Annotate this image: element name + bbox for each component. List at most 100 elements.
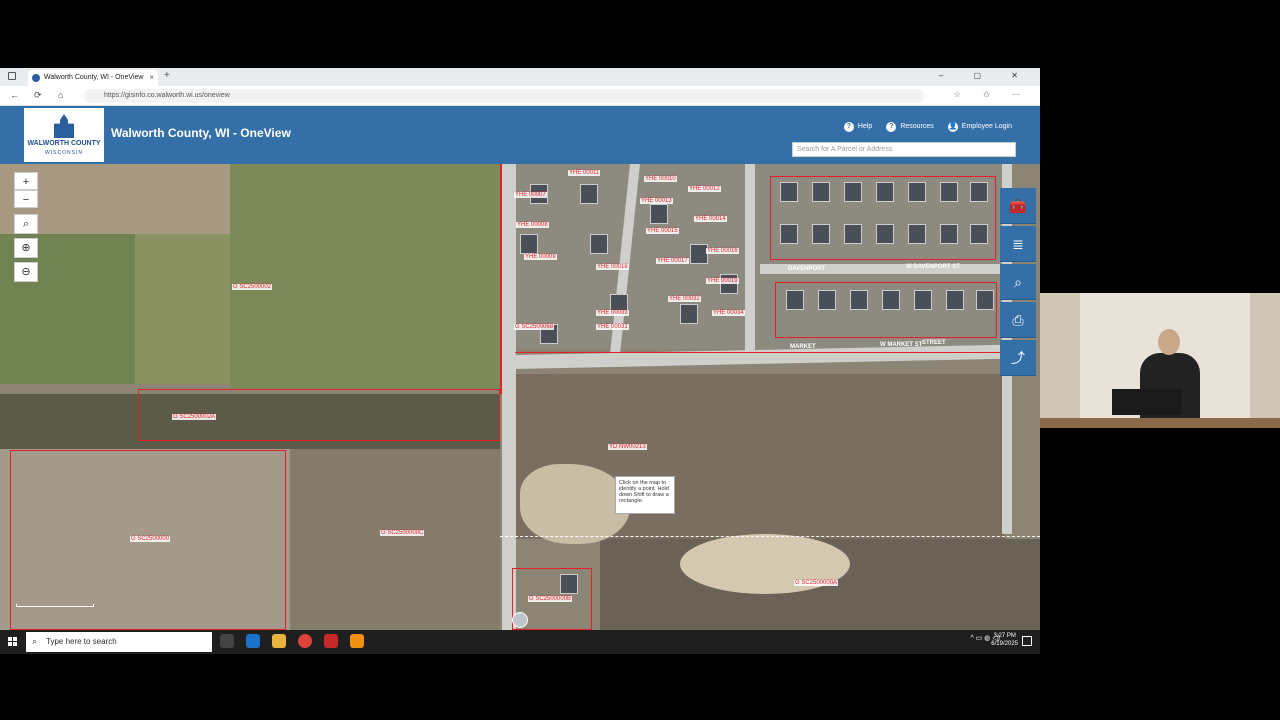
logo-line2: WISCONSIN — [45, 150, 83, 156]
parcel-label[interactable]: G SC2500068 — [514, 324, 555, 330]
parcel-search-input[interactable]: Search for A Parcel or Address — [792, 142, 1016, 157]
parcel-label[interactable]: YHE 00014 — [694, 216, 727, 222]
street-label: DAVENPORT — [788, 266, 826, 272]
parcel-label[interactable]: YHE 00012 — [688, 186, 721, 192]
parcel-label[interactable]: YHE 00032 — [668, 296, 701, 302]
tab-bar: Walworth County, WI - OneView × + – ▢ ✕ — [0, 68, 1040, 86]
help-label: Help — [857, 123, 873, 130]
new-tab-button[interactable]: + — [164, 70, 170, 81]
start-icon[interactable] — [8, 637, 18, 647]
identify-tool-button[interactable]: ⌕ — [14, 214, 38, 234]
toolbox-button[interactable]: 🧰 — [1000, 188, 1036, 224]
parcel-label[interactable]: YHE 00011 — [568, 170, 601, 176]
parcel-label[interactable]: YHE 00009 — [524, 254, 557, 260]
field-area — [135, 234, 230, 384]
house — [680, 304, 698, 324]
parcel-label[interactable]: YD NW00213 — [608, 444, 647, 450]
taskbar-search-input[interactable]: ⌕ Type here to search — [26, 632, 212, 652]
clock-date: 6/19/2025 — [991, 641, 1018, 647]
url-field[interactable]: https://gisinfo.co.walworth.wi.us/onevie… — [84, 89, 924, 103]
parcel-outline — [770, 176, 996, 260]
house — [720, 274, 738, 294]
vlc-icon[interactable] — [350, 634, 364, 648]
parcel-label[interactable]: YHE 00031 — [596, 324, 629, 330]
presenter-head — [1158, 329, 1180, 355]
parcel-boundary — [515, 352, 1005, 353]
refresh-icon[interactable]: ⟳ — [34, 90, 42, 101]
browser-toolbar-icons[interactable]: ☆ ✩ ⋯ — [954, 90, 1030, 99]
parcel-label[interactable]: YHE 00007 — [514, 192, 547, 198]
layers-button[interactable]: ≣ — [1000, 226, 1036, 262]
parcel-label[interactable]: YHE 00018 — [596, 264, 629, 270]
browser-tab[interactable]: Walworth County, WI - OneView × — [28, 70, 158, 86]
webcam-video — [1040, 293, 1280, 428]
help-link[interactable]: ? Help — [843, 122, 873, 132]
street-label: MARKET — [790, 344, 816, 350]
browser-window: Walworth County, WI - OneView × + – ▢ ✕ … — [0, 68, 1040, 654]
logo-line1: WALWORTH COUNTY — [27, 140, 101, 147]
identify-tooltip: Click on the map to identify a point. Ho… — [615, 476, 675, 514]
print-button[interactable]: ⎙ — [1000, 302, 1036, 338]
clock[interactable]: 3:27 PM 6/19/2025 — [991, 632, 1018, 648]
resources-icon: ? — [886, 122, 897, 132]
house — [580, 184, 598, 204]
zoom-out-button[interactable]: − — [14, 190, 38, 208]
header-links: ? Help ? Resources 👤 Employee Login — [843, 122, 1012, 132]
back-icon[interactable]: ← — [10, 90, 19, 100]
taskbar-search-placeholder: Type here to search — [46, 637, 117, 646]
edge-icon[interactable] — [246, 634, 260, 648]
resources-link[interactable]: ? Resources — [886, 122, 934, 132]
window-controls[interactable]: – ▢ ✕ — [939, 71, 1032, 80]
house — [650, 204, 668, 224]
parcel-label[interactable]: YHE 00015 — [646, 228, 679, 234]
home-icon[interactable]: ⌂ — [58, 90, 63, 100]
county-logo[interactable]: WALWORTH COUNTY WISCONSIN — [24, 108, 104, 162]
window-menu-icon[interactable] — [8, 72, 16, 80]
windows-taskbar: ⌕ Type here to search ^ ▭ ◍ ◁) 3:27 PM 6… — [0, 630, 1040, 654]
courthouse-icon — [54, 114, 74, 138]
street-label: STREET — [922, 340, 946, 346]
compass-icon[interactable] — [512, 612, 528, 628]
parcel-outline — [775, 282, 997, 338]
parcel-label[interactable]: G SC2500000C — [380, 530, 425, 536]
zoom-in-button[interactable]: + — [14, 172, 38, 190]
page-title: Walworth County, WI - OneView — [111, 126, 291, 140]
parcel-label[interactable]: G SC2500002 — [232, 284, 273, 290]
help-icon: ? — [843, 122, 854, 132]
user-icon: 👤 — [947, 122, 958, 132]
parcel-label[interactable]: YHE 00017 — [656, 258, 689, 264]
search-tool-button[interactable]: ⌕ — [1000, 264, 1036, 300]
parcel-label[interactable]: G SC2500000A — [794, 580, 839, 586]
notification-icon[interactable] — [1022, 636, 1032, 646]
parcel-label[interactable]: YHE 00016 — [706, 248, 739, 254]
chrome-icon[interactable] — [298, 634, 312, 648]
task-view-icon[interactable] — [220, 634, 234, 648]
street-label: W MARKET ST — [880, 342, 923, 348]
map-view[interactable]: G SC2500002 G SC2500002A G SC2500000 G S… — [0, 164, 1040, 630]
parcel-label[interactable]: YHE 00034 — [712, 310, 745, 316]
parcel-label[interactable]: YHE 00010 — [644, 176, 677, 182]
tab-close-icon[interactable]: × — [149, 73, 154, 82]
employee-login-link[interactable]: 👤 Employee Login — [947, 122, 1012, 132]
zoom-box-out-button[interactable]: ⊖ — [14, 262, 38, 282]
parcel-label[interactable]: YHE 00013 — [640, 198, 673, 204]
acrobat-icon[interactable] — [324, 634, 338, 648]
parcel-label[interactable]: G SC2500002A — [172, 414, 217, 420]
house — [690, 244, 708, 264]
share-button[interactable]: ⤴ — [1000, 340, 1036, 376]
clock-time: 3:27 PM — [993, 633, 1016, 639]
field-area — [230, 164, 500, 389]
parcel-label[interactable]: YHE 00008 — [516, 222, 549, 228]
resources-label: Resources — [900, 123, 934, 130]
laptop — [1112, 389, 1182, 415]
file-explorer-icon[interactable] — [272, 634, 286, 648]
street-label: W DAVENPORT ST — [906, 264, 960, 270]
parcel-boundary — [500, 164, 502, 394]
parcel-label[interactable]: G SC2500000B — [528, 596, 573, 602]
zoom-box-in-button[interactable]: ⊕ — [14, 238, 38, 258]
parcel-label[interactable]: YHE 00033 — [596, 310, 629, 316]
address-bar-row: ← ⟳ ⌂ https://gisinfo.co.walworth.wi.us/… — [0, 86, 1040, 106]
favicon-icon — [32, 74, 40, 82]
parcel-label[interactable]: YHE 00019 — [706, 278, 739, 284]
parcel-label[interactable]: G SC2500000 — [130, 536, 171, 542]
